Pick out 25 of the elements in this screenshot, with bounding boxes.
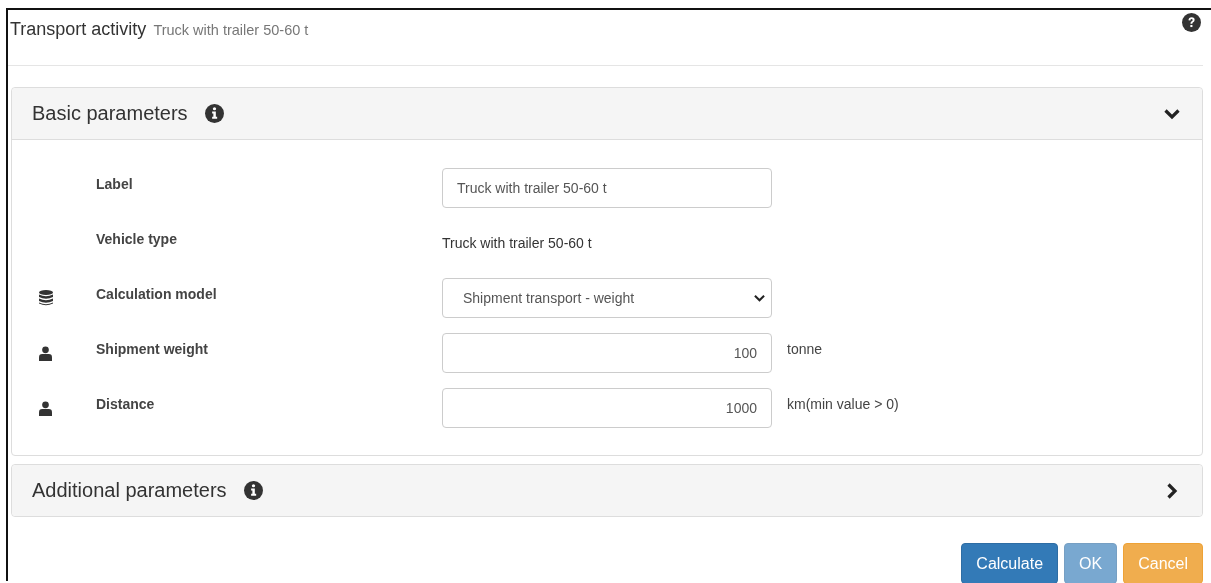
info-icon	[243, 481, 263, 500]
input-field[interactable]: Truck with trailer 50-60 t	[442, 168, 772, 208]
panel-header[interactable]: Basic parameters	[12, 88, 1202, 140]
dialog-title: Transport activity	[10, 19, 147, 40]
action-button[interactable]: Calculate	[961, 543, 1059, 583]
field-label: Vehicle type	[96, 231, 178, 247]
dialog-subtitle: Truck with trailer 50-60 t	[153, 22, 309, 38]
field-value: Truck with trailer 50-60 t	[442, 235, 592, 251]
field-label: Shipment weight	[96, 341, 209, 357]
user-icon	[39, 345, 52, 361]
field-label: Distance	[96, 396, 156, 412]
input-field[interactable]: 1000	[442, 388, 772, 428]
unit-label: tonne	[787, 341, 823, 357]
caret-icon	[754, 294, 765, 302]
select-dropdown[interactable]: Shipment transport - weight	[442, 278, 772, 318]
info-icon	[204, 104, 224, 123]
field-label: Label	[96, 176, 134, 192]
panel-header[interactable]: Additional parameters	[12, 465, 1202, 516]
database-icon	[39, 290, 53, 306]
field-label: Calculation model	[96, 286, 218, 302]
unit-label: km(min value > 0)	[787, 396, 899, 412]
input-field[interactable]: 100	[442, 333, 772, 373]
chevron-right-icon	[1164, 482, 1180, 499]
help-icon[interactable]	[1182, 13, 1201, 32]
user-icon	[39, 400, 52, 416]
